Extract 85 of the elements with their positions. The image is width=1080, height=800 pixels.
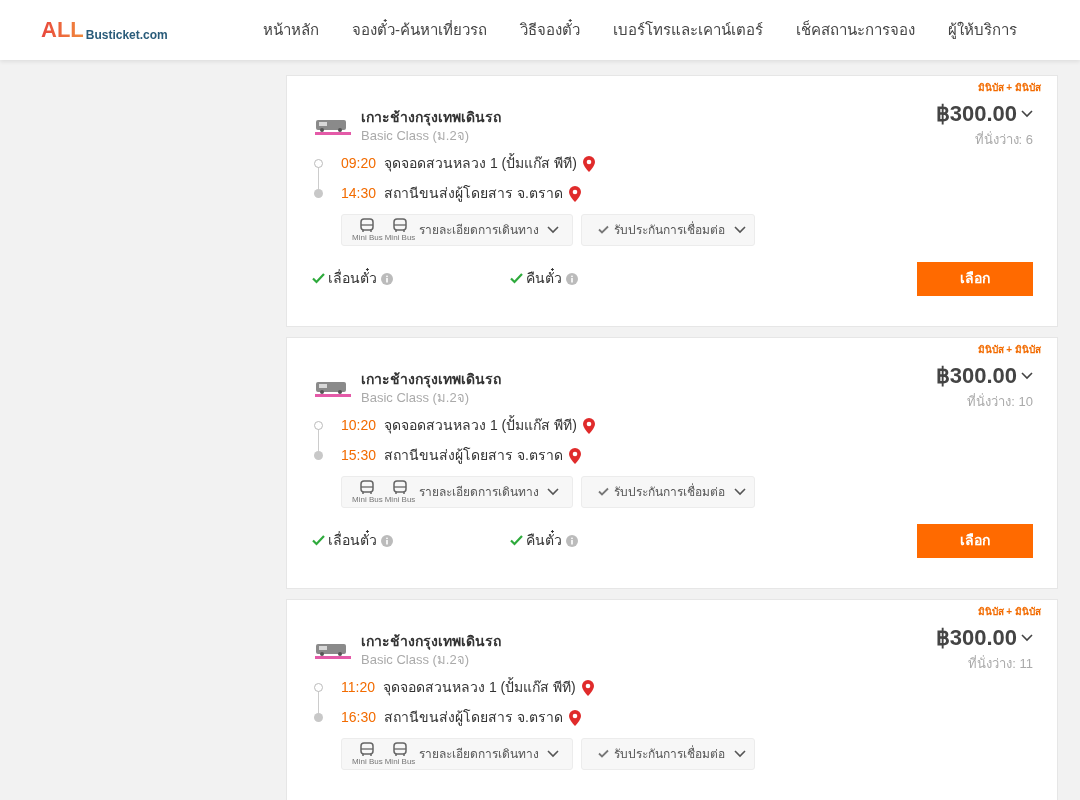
check-icon	[312, 273, 325, 284]
stop-name: จุดจอดสวนหลวง 1 (ปั้มแก๊ส พีที)	[383, 677, 576, 698]
feature-label: เลื่อนตั๋ว	[328, 530, 377, 550]
check-icon	[510, 273, 523, 284]
route-name: เกาะช้างกรุงเทพเดินรถ	[361, 369, 501, 389]
site-logo[interactable]: ALL Busticket.com	[41, 19, 201, 41]
seats-available: ที่นั่งว่าง: 11	[968, 654, 1033, 673]
bus-icon	[359, 479, 376, 495]
route-name: เกาะช้างกรุงเทพเดินรถ	[361, 107, 501, 127]
trip-details-dropdown[interactable]: Mini Bus Mini Bus รายละเอียดการเดินทาง	[341, 737, 573, 770]
trip-details-dropdown[interactable]: Mini Bus Mini Bus รายละเอียดการเดินทาง	[341, 213, 573, 246]
check-icon	[598, 487, 609, 496]
chevron-down-icon	[547, 225, 560, 234]
price-dropdown[interactable]: ฿300.00	[935, 625, 1033, 651]
chevron-down-icon	[547, 749, 560, 758]
chevron-down-icon	[1021, 372, 1033, 380]
info-icon[interactable]	[566, 272, 578, 285]
chevron-down-icon	[734, 225, 746, 234]
map-pin-icon	[580, 678, 595, 697]
stop-time: 10:20	[341, 416, 377, 435]
trip-tag: มินิบัส + มินิบัส	[977, 604, 1041, 619]
check-icon	[598, 225, 609, 234]
vehicle-label: Mini Bus	[352, 494, 383, 504]
bus-icon	[392, 741, 409, 757]
bus-class: Basic Class (ม.2จ)	[361, 388, 471, 407]
insurance-dropdown[interactable]: รับประกันการเชื่อมต่อ	[581, 475, 755, 508]
bus-company-logo	[315, 379, 351, 398]
stop-time: 11:20	[341, 678, 375, 697]
chevron-down-icon	[1021, 634, 1033, 642]
map-pin-icon	[567, 446, 582, 465]
chevron-down-icon	[1021, 110, 1033, 118]
trip-details-dropdown[interactable]: Mini Bus Mini Bus รายละเอียดการเดินทาง	[341, 475, 573, 508]
stop-name: จุดจอดสวนหลวง 1 (ปั้มแก๊ส พีที)	[384, 153, 577, 174]
vehicle-label: Mini Bus	[384, 232, 416, 242]
chevron-down-icon	[734, 749, 746, 758]
info-icon[interactable]	[566, 534, 578, 547]
nav-link[interactable]: หน้าหลัก	[263, 18, 319, 42]
bus-company-logo	[315, 641, 351, 660]
stop-time: 14:30	[341, 184, 377, 203]
stop-name: สถานีขนส่งผู้โดยสาร จ.ตราด	[384, 708, 563, 728]
stop-name: สถานีขนส่งผู้โดยสาร จ.ตราด	[384, 184, 563, 204]
route-name: เกาะช้างกรุงเทพเดินรถ	[361, 631, 501, 651]
check-icon	[312, 535, 325, 546]
seats-available: ที่นั่งว่าง: 10	[967, 392, 1033, 411]
nav-link[interactable]: เช็คสถานะการจอง	[796, 18, 915, 42]
info-icon[interactable]	[381, 272, 393, 285]
chevron-down-icon	[734, 487, 746, 496]
bus-icon	[359, 741, 376, 757]
feature-label: คืนตั๋ว	[526, 268, 562, 288]
map-pin-icon	[567, 708, 582, 727]
insurance-dropdown[interactable]: รับประกันการเชื่อมต่อ	[581, 737, 755, 770]
bus-icon	[392, 217, 409, 233]
bus-icon	[392, 479, 409, 495]
map-pin-icon	[567, 184, 582, 203]
trip-tag: มินิบัส + มินิบัส	[977, 342, 1041, 357]
nav-link[interactable]: ผู้ให้บริการ	[948, 18, 1017, 42]
check-icon	[510, 535, 523, 546]
insurance-dropdown[interactable]: รับประกันการเชื่อมต่อ	[581, 213, 755, 246]
bus-class: Basic Class (ม.2จ)	[361, 126, 471, 145]
stop-time: 09:20	[341, 154, 377, 173]
stop-name: สถานีขนส่งผู้โดยสาร จ.ตราด	[384, 446, 563, 466]
trip-tag: มินิบัส + มินิบัส	[977, 80, 1041, 95]
vehicle-label: Mini Bus	[352, 756, 383, 766]
stop-time: 16:30	[341, 708, 377, 727]
vehicle-label: Mini Bus	[384, 756, 416, 766]
bus-icon	[359, 217, 376, 233]
map-pin-icon	[581, 154, 596, 173]
price-dropdown[interactable]: ฿300.00	[935, 101, 1033, 127]
vehicle-label: Mini Bus	[384, 494, 416, 504]
check-icon	[598, 749, 609, 758]
bus-class: Basic Class (ม.2จ)	[361, 650, 471, 669]
chevron-down-icon	[547, 487, 560, 496]
vehicle-label: Mini Bus	[352, 232, 383, 242]
stop-name: จุดจอดสวนหลวง 1 (ปั้มแก๊ส พีที)	[384, 415, 577, 436]
bus-company-logo	[315, 117, 351, 136]
feature-label: คืนตั๋ว	[526, 530, 562, 550]
price-dropdown[interactable]: ฿300.00	[935, 363, 1033, 389]
map-pin-icon	[581, 416, 596, 435]
nav-link[interactable]: จองตั๋ว-ค้นหาเที่ยวรถ	[352, 18, 487, 42]
stop-time: 15:30	[341, 446, 377, 465]
info-icon[interactable]	[381, 534, 393, 547]
seats-available: ที่นั่งว่าง: 6	[974, 130, 1033, 149]
nav-link[interactable]: เบอร์โทรและเคาน์เตอร์	[613, 18, 763, 42]
feature-label: เลื่อนตั๋ว	[328, 268, 377, 288]
nav-link[interactable]: วิธีจองตั๋ว	[520, 18, 580, 42]
